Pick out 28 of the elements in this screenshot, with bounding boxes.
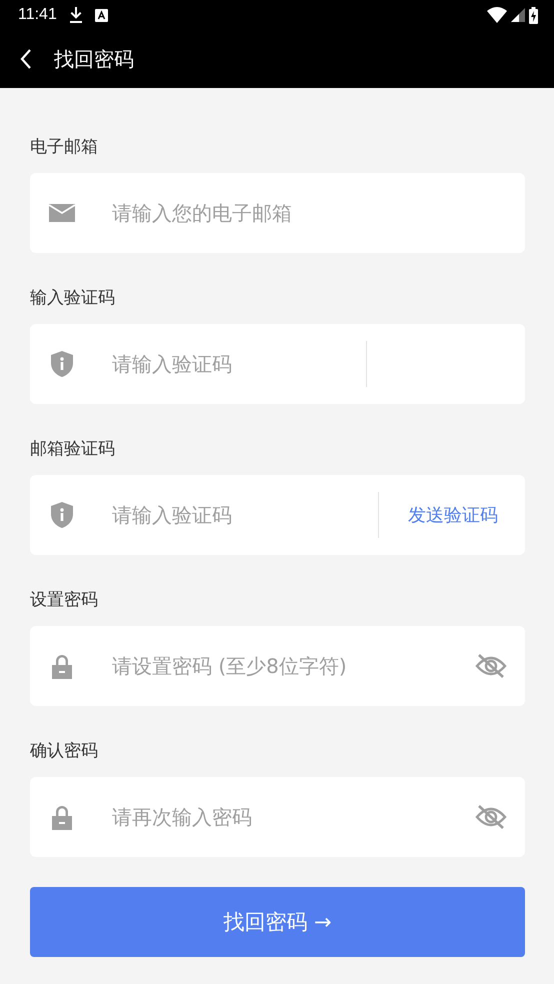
field-label: 设置密码 <box>30 589 98 612</box>
hidden-eye-icon[interactable] <box>475 652 507 680</box>
field-label: 输入验证码 <box>30 287 115 310</box>
shield-info-icon <box>48 501 76 529</box>
input-field[interactable]: 请再次输入密码 <box>30 777 525 857</box>
text-input[interactable]: 请输入验证码 <box>112 495 378 535</box>
shield-info-icon <box>48 350 76 378</box>
field-label: 邮箱验证码 <box>30 438 115 461</box>
input-field[interactable]: 请输入验证码 发送验证码 <box>30 475 525 555</box>
screen-title: 找回密码 <box>54 46 134 72</box>
text-input[interactable]: 请输入验证码 <box>112 344 366 384</box>
field-label: 确认密码 <box>30 740 98 763</box>
field-label: 电子邮箱 <box>30 136 98 159</box>
status-time: 11:41 <box>18 6 57 24</box>
submit-button[interactable]: 找回密码 → <box>30 887 525 957</box>
input-field[interactable]: 请设置密码 (至少8位字符) <box>30 626 525 706</box>
send-code-link[interactable]: 发送验证码 <box>379 503 507 527</box>
battery-icon <box>529 6 538 24</box>
wifi-icon <box>487 7 507 23</box>
download-icon <box>68 7 83 23</box>
text-input[interactable]: 请设置密码 (至少8位字符) <box>112 646 475 686</box>
input-field[interactable]: 请输入您的电子邮箱 <box>30 173 525 253</box>
signal-icon <box>511 8 525 22</box>
text-input[interactable]: 请输入您的电子邮箱 <box>112 193 507 233</box>
keyboard-letter-icon <box>94 8 108 22</box>
hidden-eye-icon[interactable] <box>475 803 507 831</box>
input-field[interactable]: 请输入验证码 <box>30 324 525 404</box>
text-input[interactable]: 请再次输入密码 <box>112 797 475 837</box>
